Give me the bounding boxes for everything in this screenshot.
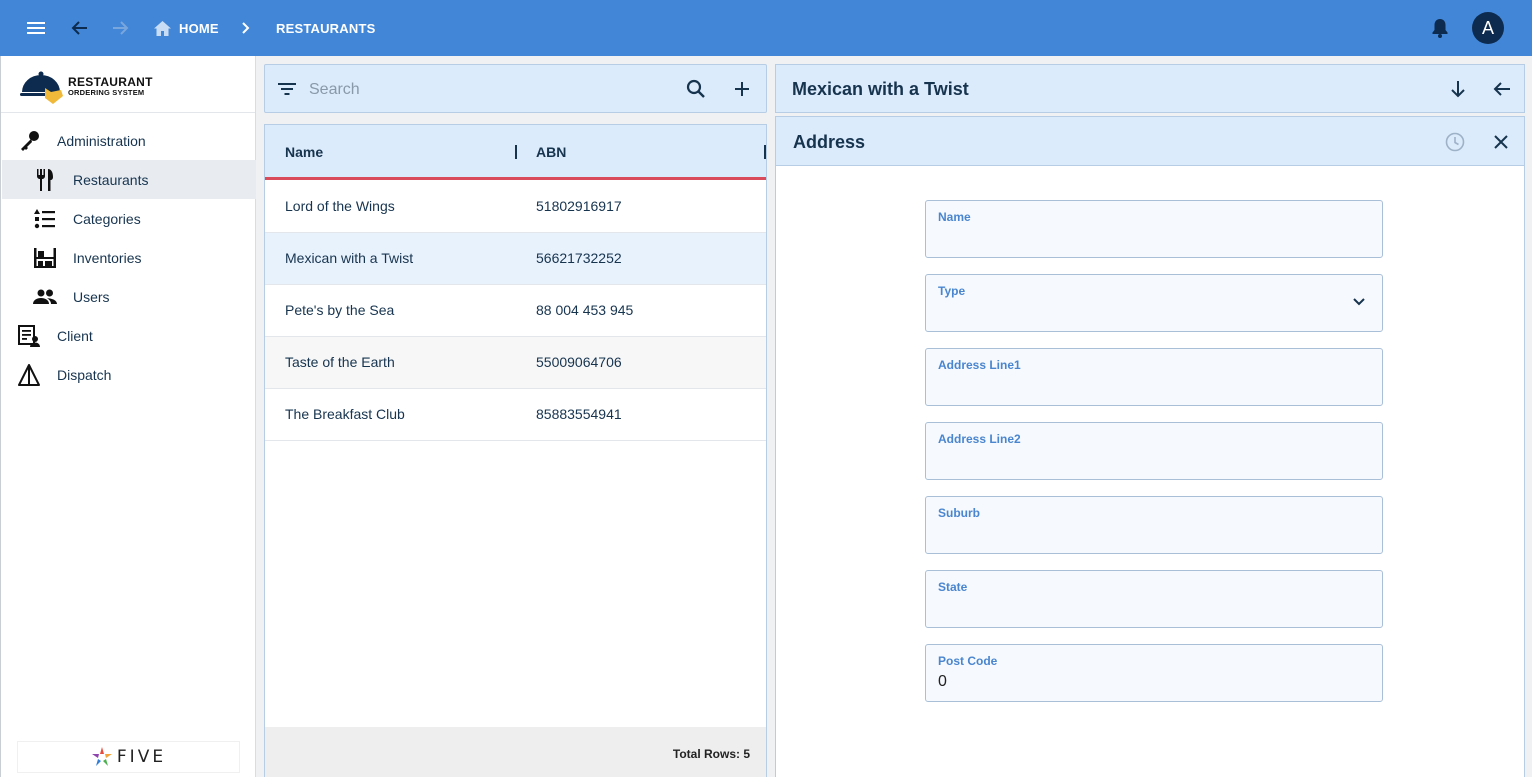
cell-abn: 51802916917 xyxy=(536,198,622,214)
filter-icon[interactable] xyxy=(273,75,301,103)
table-row[interactable]: Mexican with a Twist 56621732252 xyxy=(265,233,766,285)
users-icon xyxy=(33,285,57,309)
record-header: Mexican with a Twist xyxy=(775,64,1525,113)
five-logo-text: FIVE xyxy=(116,747,167,767)
back-arrow-icon[interactable] xyxy=(1488,75,1516,103)
key-icon xyxy=(17,129,41,153)
name-field[interactable]: Name xyxy=(925,200,1383,258)
sidebar-item-categories[interactable]: Categories xyxy=(2,199,256,238)
sidebar-item-label: Users xyxy=(73,288,110,305)
bell-icon[interactable] xyxy=(1426,14,1454,42)
client-form-icon xyxy=(17,324,41,348)
logo-subtitle: ORDERING SYSTEM xyxy=(68,88,145,97)
chevron-right-icon xyxy=(232,14,260,42)
address-line1-field[interactable]: Address Line1 xyxy=(925,348,1383,406)
field-label: Address Line2 xyxy=(938,432,1021,446)
field-label: Name xyxy=(938,210,971,224)
sidebar-item-label: Administration xyxy=(57,132,146,149)
sidebar-item-client[interactable]: Client xyxy=(2,316,256,355)
record-title: Mexican with a Twist xyxy=(792,79,969,99)
list-icon xyxy=(33,207,57,231)
table-row[interactable]: The Breakfast Club 85883554941 xyxy=(265,389,766,441)
avatar[interactable]: A xyxy=(1472,12,1504,44)
close-icon[interactable] xyxy=(1487,128,1515,156)
list-footer: Total Rows: 5 xyxy=(265,727,766,777)
field-value: 0 xyxy=(938,673,947,690)
search-bar xyxy=(264,64,767,113)
field-label: Post Code xyxy=(938,654,998,668)
top-app-bar: HOME RESTAURANTS A xyxy=(0,0,1532,56)
restaurants-list: Name ABN Lord of the Wings 51802916917 M… xyxy=(264,124,767,777)
column-header-name[interactable]: Name xyxy=(285,144,323,160)
address-form: Address Name Type Address Line1 Address … xyxy=(775,116,1525,777)
sidebar-item-label: Inventories xyxy=(73,249,142,266)
list-header: Name ABN xyxy=(265,125,766,180)
sidebar-item-dispatch[interactable]: Dispatch xyxy=(2,355,256,394)
field-label: State xyxy=(938,580,968,594)
add-icon[interactable] xyxy=(728,75,756,103)
cell-abn: 88 004 453 945 xyxy=(536,302,634,318)
cell-name: Mexican with a Twist xyxy=(285,250,414,266)
cloche-logo-icon xyxy=(19,70,65,109)
sidebar-item-inventories[interactable]: Inventories xyxy=(2,238,256,277)
table-row[interactable]: Lord of the Wings 51802916917 xyxy=(265,181,766,233)
total-rows: Total Rows: 5 xyxy=(672,747,750,761)
cell-abn: 56621732252 xyxy=(536,250,622,266)
sidebar-item-label: Dispatch xyxy=(57,366,112,383)
sidebar-item-label: Categories xyxy=(73,210,141,227)
state-field[interactable]: State xyxy=(925,570,1383,628)
field-label: Suburb xyxy=(938,506,980,520)
sidebar-item-restaurants[interactable]: Restaurants xyxy=(2,160,256,199)
cell-name: Taste of the Earth xyxy=(285,354,395,370)
shelves-icon xyxy=(33,246,57,270)
column-resize-handle[interactable] xyxy=(515,145,517,159)
column-header-abn[interactable]: ABN xyxy=(536,144,566,160)
history-clock-icon[interactable] xyxy=(1441,128,1469,156)
breadcrumb-home-label: HOME xyxy=(179,20,219,36)
five-logo: FIVE xyxy=(17,741,240,773)
breadcrumb-home[interactable]: HOME xyxy=(154,0,219,56)
address-line2-field[interactable]: Address Line2 xyxy=(925,422,1383,480)
suburb-field[interactable]: Suburb xyxy=(925,496,1383,554)
form-header: Address xyxy=(776,117,1524,166)
chevron-down-icon[interactable] xyxy=(1352,295,1366,309)
fork-knife-icon xyxy=(33,168,57,192)
breadcrumb-current[interactable]: RESTAURANTS xyxy=(276,0,375,56)
table-row[interactable]: Pete's by the Sea 88 004 453 945 xyxy=(265,285,766,337)
sidebar-item-users[interactable]: Users xyxy=(2,277,256,316)
down-arrow-icon[interactable] xyxy=(1444,75,1472,103)
sidebar-item-administration[interactable]: Administration xyxy=(2,121,256,160)
back-arrow-icon[interactable] xyxy=(66,14,94,42)
field-label: Address Line1 xyxy=(938,358,1021,372)
column-resize-handle[interactable] xyxy=(764,145,766,159)
five-star-icon xyxy=(91,746,113,768)
dispatch-icon xyxy=(17,363,41,387)
cell-abn: 85883554941 xyxy=(536,406,622,422)
logo-title: RESTAURANT xyxy=(68,75,153,89)
post-code-field[interactable]: Post Code 0 xyxy=(925,644,1383,702)
cell-name: The Breakfast Club xyxy=(285,406,405,422)
home-icon xyxy=(154,20,171,36)
type-select[interactable]: Type xyxy=(925,274,1383,332)
app-logo: RESTAURANT ORDERING SYSTEM xyxy=(1,56,255,113)
field-label: Type xyxy=(938,284,966,298)
cell-abn: 55009064706 xyxy=(536,354,622,370)
search-input[interactable] xyxy=(309,79,669,101)
cell-name: Pete's by the Sea xyxy=(285,302,395,318)
sidebar-item-label: Client xyxy=(57,327,93,344)
table-row[interactable]: Taste of the Earth 55009064706 xyxy=(265,337,766,389)
search-icon[interactable] xyxy=(682,75,710,103)
form-title: Address xyxy=(793,132,866,152)
sidebar: RESTAURANT ORDERING SYSTEM Administratio… xyxy=(0,56,256,777)
forward-arrow-icon[interactable] xyxy=(106,14,134,42)
menu-icon[interactable] xyxy=(22,14,50,42)
cell-name: Lord of the Wings xyxy=(285,198,395,214)
sidebar-item-label: Restaurants xyxy=(73,171,149,188)
